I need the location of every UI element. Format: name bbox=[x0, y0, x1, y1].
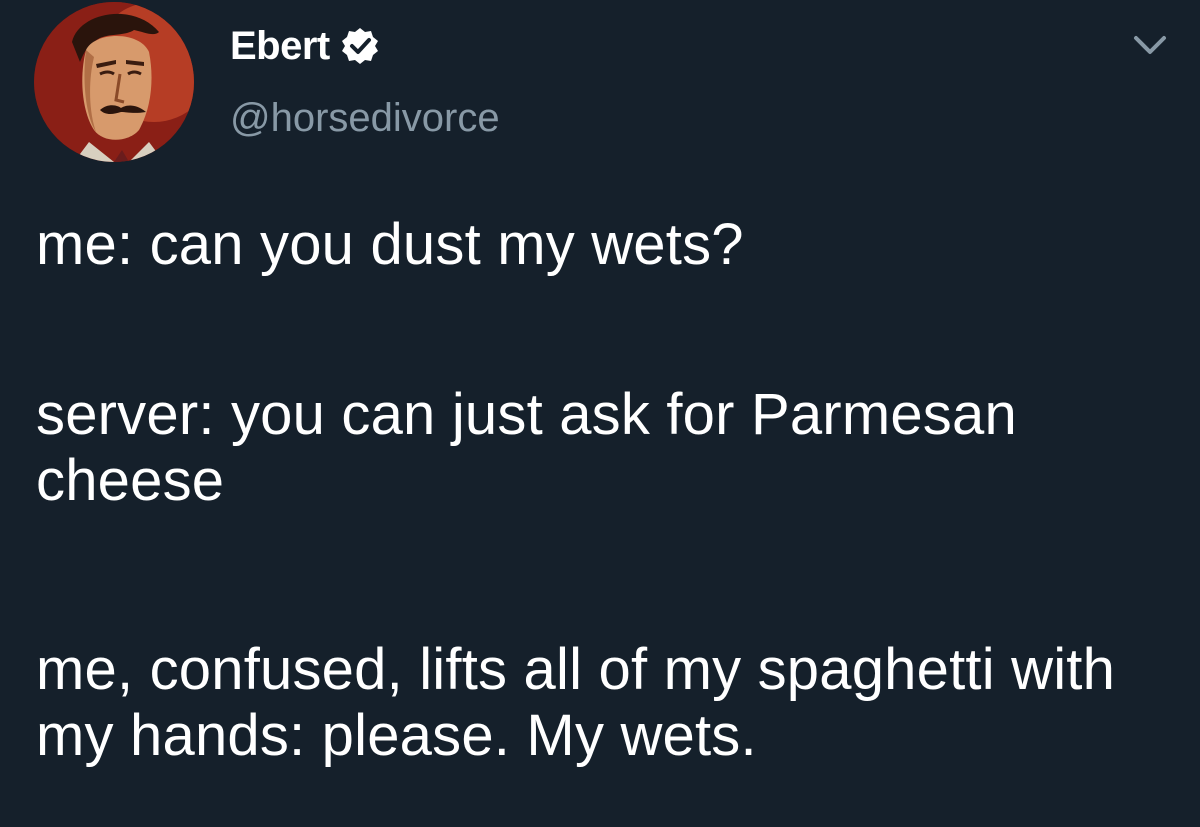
avatar[interactable] bbox=[34, 2, 194, 162]
tweet-line-3: me, confused, lifts all of my spaghetti … bbox=[36, 637, 1116, 768]
display-name[interactable]: Ebert bbox=[230, 24, 330, 69]
tweet-card: Ebert @horsedivorce me: can you dust my … bbox=[0, 0, 1200, 827]
tweet-line-1: me: can you dust my wets? bbox=[36, 212, 744, 277]
name-row[interactable]: Ebert bbox=[230, 22, 380, 70]
chevron-down-icon[interactable] bbox=[1130, 30, 1170, 60]
avatar-portrait-icon bbox=[34, 2, 194, 162]
verified-badge-icon bbox=[340, 26, 380, 66]
tweet-line-2: server: you can just ask for Parmesan ch… bbox=[36, 382, 1017, 513]
user-handle[interactable]: @horsedivorce bbox=[230, 96, 500, 141]
